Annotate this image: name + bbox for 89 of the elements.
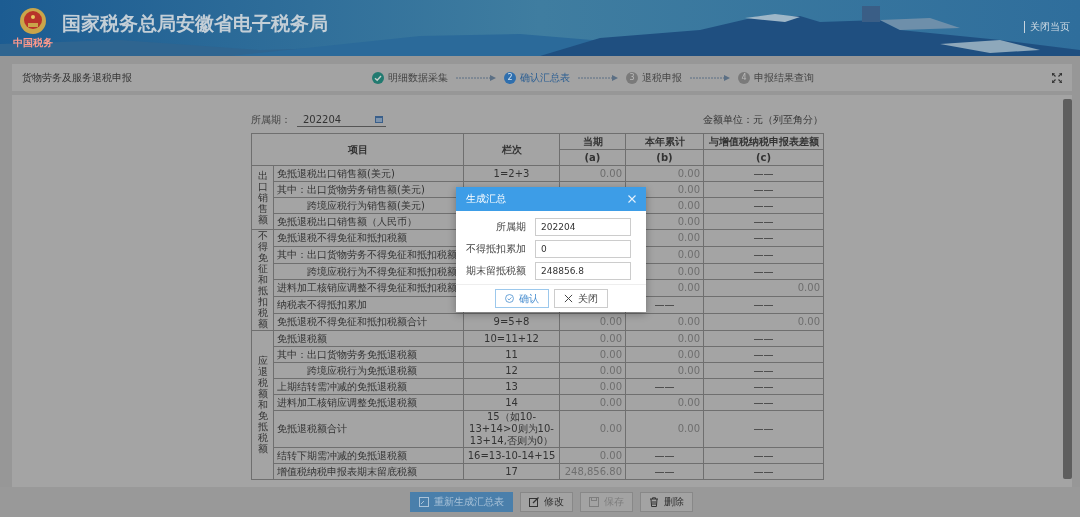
table-cell: —— (703, 197, 824, 214)
table-cell: —— (703, 229, 824, 247)
table-cell: 10=11+12 (463, 330, 560, 347)
close-icon[interactable] (628, 195, 636, 203)
column-header: 当期 (559, 133, 626, 150)
table-cell: 14 (463, 394, 560, 411)
table-cell: —— (703, 447, 824, 464)
table-cell: —— (703, 362, 824, 379)
table-cell: —— (625, 447, 704, 464)
dialog-button[interactable]: 关闭 (553, 289, 608, 308)
table-cell: 免抵退税出口销售额(美元) (273, 165, 464, 182)
table-cell: 1=2+3 (463, 165, 560, 182)
column-header: 本年累计 (625, 133, 704, 150)
table-cell: 免抵退税不得免征和抵扣税额合计 (273, 313, 464, 331)
check-circle-icon (504, 294, 514, 303)
arrow-icon (690, 74, 730, 81)
action-button[interactable]: 修改 (519, 492, 573, 512)
column-header: (b) (625, 149, 704, 166)
table-cell: —— (625, 378, 704, 395)
step-number: 3 (626, 71, 638, 84)
table-cell: —— (703, 378, 824, 395)
arrow-icon (456, 74, 496, 81)
table-cell: —— (703, 246, 824, 264)
floppy-icon (588, 497, 599, 507)
dialog-button[interactable]: 确认 (494, 289, 549, 308)
table-cell: —— (703, 346, 824, 363)
table-cell: —— (703, 296, 824, 314)
step-label[interactable]: 申报结果查询 (754, 70, 814, 85)
group-label: 不得免征和抵扣税额 (257, 230, 268, 329)
square-icon (418, 497, 429, 507)
table-cell: 跨境应税行为免抵退税额 (273, 362, 464, 379)
step-number: 2 (504, 71, 516, 84)
table-cell: —— (703, 165, 824, 182)
scrollbar[interactable] (1063, 99, 1072, 479)
period-field[interactable]: 202204 (297, 113, 386, 127)
calendar-icon (375, 115, 383, 123)
step-label[interactable]: 确认汇总表 (520, 70, 570, 85)
table-cell: 9=5+8 (463, 313, 560, 331)
trash-icon (648, 497, 659, 507)
table-cell: 16=13-10-14+15 (463, 447, 560, 464)
period-label: 所属期： (251, 113, 291, 127)
dialog-title: 生成汇总 (466, 192, 506, 206)
site-title: 国家税务总局安徽省电子税务局 (62, 11, 328, 36)
group-label: 应退税额和免抵税额 (257, 355, 268, 454)
step-number: 4 (738, 71, 750, 84)
table-cell: 结转下期需冲减的免抵退税额 (273, 447, 464, 464)
field-label: 不得抵扣累加 (465, 242, 526, 256)
table-cell: 11 (463, 346, 560, 363)
table-cell: 其中：出口货物劳务免抵退税额 (273, 346, 464, 363)
column-header: 项目 (251, 133, 464, 166)
table-cell: —— (703, 410, 824, 448)
table-cell: —— (703, 213, 824, 230)
table-cell: 15（如10-13+14>0则为10-13+14,否则为0） (463, 410, 560, 448)
table-cell: 13 (463, 378, 560, 395)
column-header: (c) (703, 149, 824, 166)
action-button[interactable]: 重新生成汇总表 (409, 492, 513, 512)
action-button[interactable]: 删除 (639, 492, 693, 512)
table-cell: —— (703, 181, 824, 198)
field-label: 期末留抵税额 (465, 264, 526, 278)
arrow-icon (578, 74, 618, 81)
logo-caption: 中国税务 (13, 37, 53, 49)
table-cell: 进料加工核销应调整免抵退税额 (273, 394, 464, 411)
table-cell: 免抵退税额合计 (273, 410, 464, 448)
table-cell: —— (625, 463, 704, 480)
table-cell: 免抵退税额 (273, 330, 464, 347)
table-cell: 上期结转需冲减的免抵退税额 (273, 378, 464, 395)
edit-icon (528, 497, 539, 507)
input-field[interactable]: 0 (535, 240, 631, 258)
fullscreen-icon[interactable] (1052, 72, 1062, 83)
column-header: (a) (559, 149, 626, 166)
table-cell: 增值税纳税申报表期末留底税额 (273, 463, 464, 480)
table-cell: 12 (463, 362, 560, 379)
table-cell: 17 (463, 463, 560, 480)
table-cell: —— (703, 394, 824, 411)
table-cell: —— (703, 330, 824, 347)
close-icon (563, 294, 573, 303)
page-title: 货物劳务及服务退税申报 (22, 70, 133, 85)
step-label[interactable]: 明细数据采集 (388, 70, 448, 85)
input-field[interactable]: 248856.8 (535, 262, 631, 280)
close-page-link[interactable]: 关闭当页 (1030, 20, 1070, 34)
unit-note: 金额单位：元（列至角分） (703, 113, 823, 127)
step-label[interactable]: 退税申报 (642, 70, 682, 85)
field-label: 所属期 (495, 220, 526, 234)
table-cell: —— (703, 263, 824, 280)
column-header: 栏次 (463, 133, 560, 166)
group-label: 出口销售额 (257, 169, 268, 225)
table-cell: —— (703, 463, 824, 480)
input-field[interactable]: 202204 (535, 218, 631, 236)
column-header: 与增值税纳税申报表差额 (703, 133, 824, 150)
